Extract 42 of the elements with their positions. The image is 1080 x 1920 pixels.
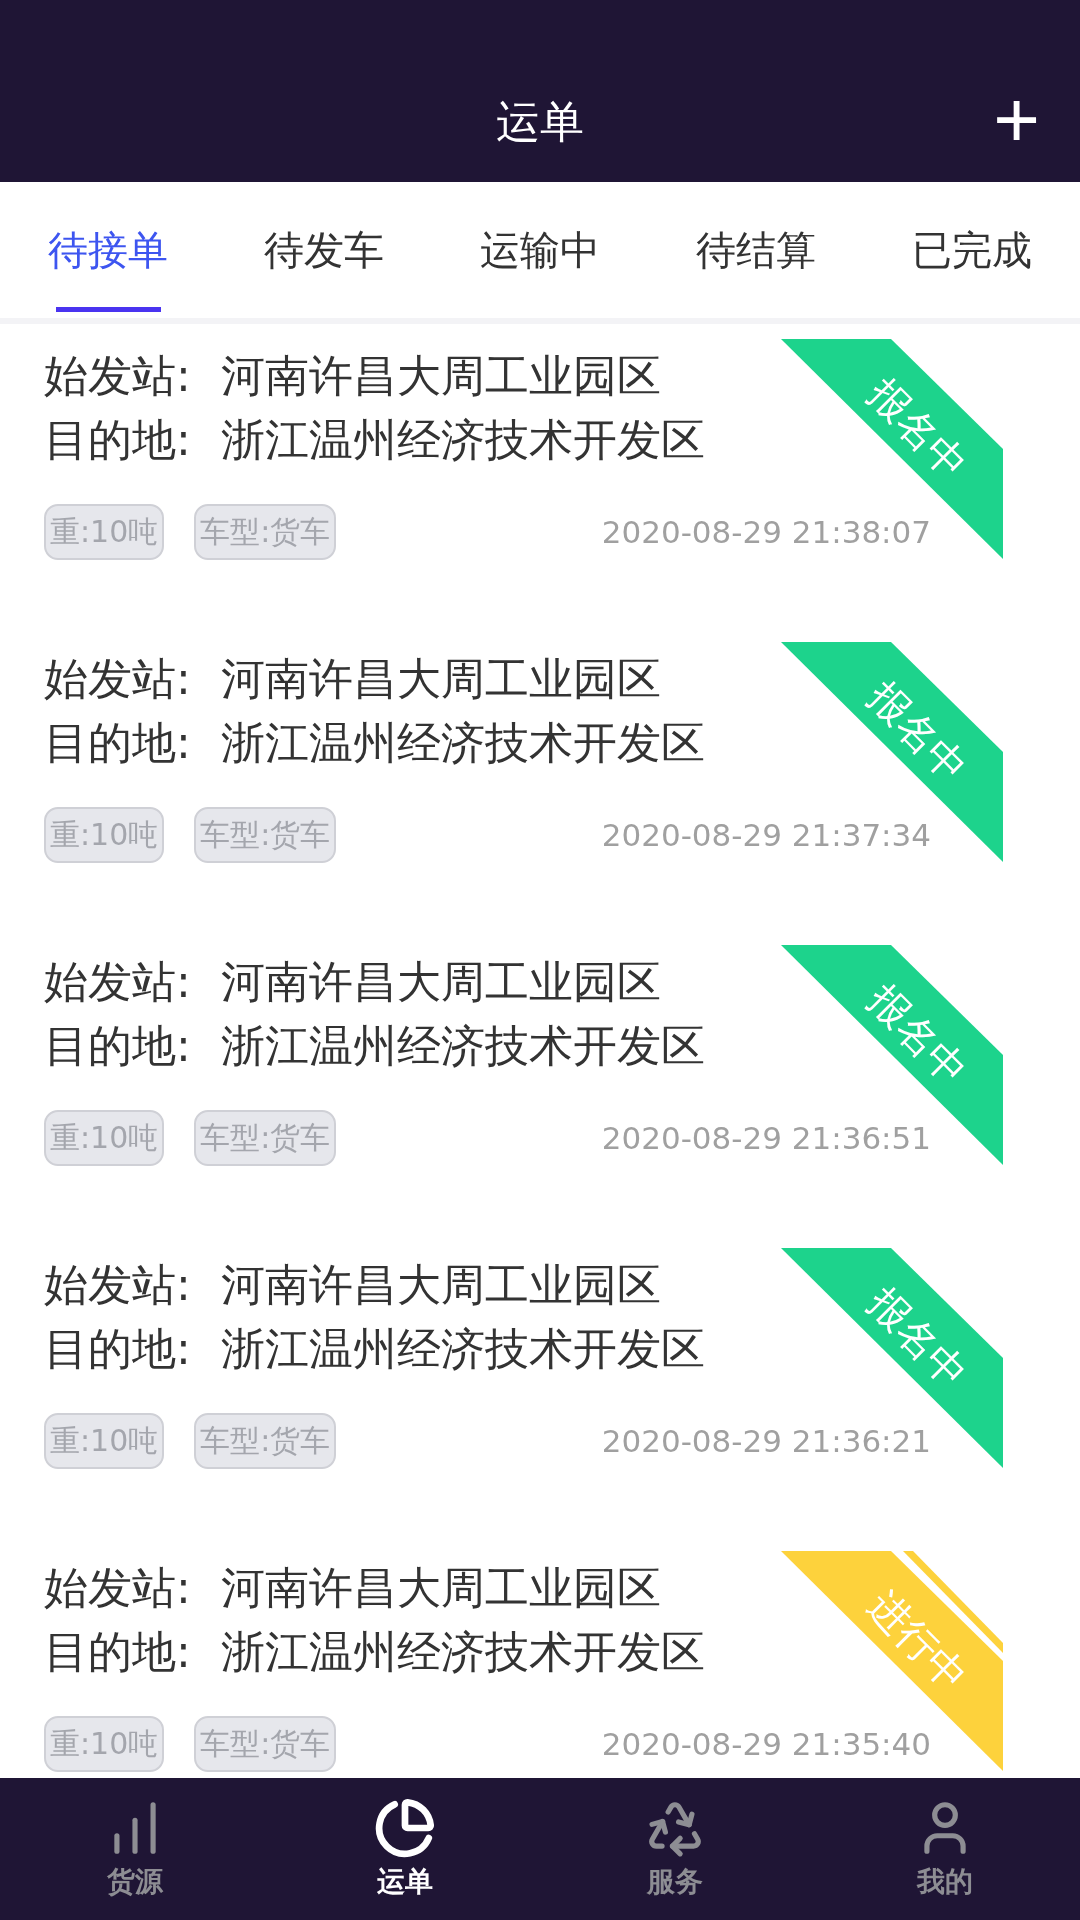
origin-text: 河南许昌大周工业园区 [220, 652, 661, 706]
destination-text: 浙江温州经济技术开发区 [220, 1625, 705, 1679]
origin-label: 始发站: [44, 349, 191, 403]
destination-text: 浙江温州经济技术开发区 [220, 1019, 705, 1073]
origin-text: 河南许昌大周工业园区 [220, 1258, 661, 1312]
nav-item[interactable]: 我的 [810, 1778, 1080, 1920]
page-title: 运单 [496, 95, 584, 149]
info-tag: 车型:货车 [194, 504, 337, 560]
info-tag: 车型:货车 [194, 1413, 337, 1469]
destination-text: 浙江温州经济技术开发区 [220, 413, 705, 467]
info-tag: 车型:货车 [194, 1716, 337, 1772]
info-tag: 重:10吨 [44, 1413, 165, 1469]
destination-label: 目的地: [44, 1019, 191, 1073]
nav-item[interactable]: 服务 [540, 1778, 810, 1920]
tab[interactable]: 已完成 [864, 182, 1080, 318]
info-tag: 车型:货车 [194, 1110, 337, 1166]
nav-item[interactable]: 货源 [0, 1778, 270, 1920]
destination-text: 浙江温州经济技术开发区 [220, 1322, 705, 1376]
origin-text: 河南许昌大周工业园区 [220, 1561, 661, 1615]
destination-label: 目的地: [44, 413, 191, 467]
tab[interactable]: 运输中 [432, 182, 648, 318]
pie-chart-icon [374, 1797, 436, 1859]
info-tag: 重:10吨 [44, 504, 165, 560]
add-button[interactable]: + [993, 90, 1040, 150]
tab[interactable]: 待结算 [648, 182, 864, 318]
origin-label: 始发站: [44, 1561, 191, 1615]
origin-text: 河南许昌大周工业园区 [220, 955, 661, 1009]
destination-label: 目的地: [44, 716, 191, 770]
origin-label: 始发站: [44, 652, 191, 706]
tab[interactable]: 待接单 [0, 182, 216, 318]
origin-label: 始发站: [44, 1258, 191, 1312]
info-tag: 重:10吨 [44, 1110, 165, 1166]
info-tag: 重:10吨 [44, 1716, 165, 1772]
origin-text: 河南许昌大周工业园区 [220, 349, 661, 403]
info-tag: 重:10吨 [44, 807, 165, 863]
destination-label: 目的地: [44, 1625, 191, 1679]
tab[interactable]: 待发车 [216, 182, 432, 318]
info-tag: 车型:货车 [194, 807, 337, 863]
nav-item[interactable]: 运单 [270, 1778, 540, 1920]
destination-label: 目的地: [44, 1322, 191, 1376]
origin-label: 始发站: [44, 955, 191, 1009]
destination-text: 浙江温州经济技术开发区 [220, 716, 705, 770]
